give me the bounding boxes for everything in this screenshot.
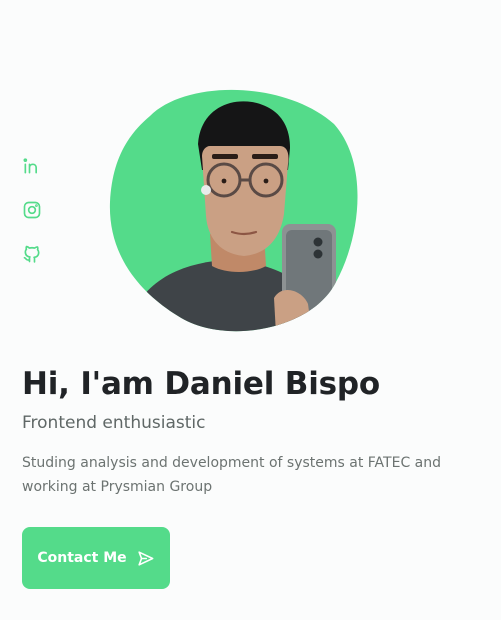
contact-me-button[interactable]: Contact Me bbox=[22, 527, 170, 589]
contact-me-label: Contact Me bbox=[37, 550, 127, 566]
home-section: Hi, I'am Daniel Bispo Frontend enthusias… bbox=[0, 0, 501, 620]
github-icon bbox=[23, 245, 40, 263]
hero-description: Studing analysis and development of syst… bbox=[22, 455, 442, 495]
send-icon bbox=[138, 550, 154, 566]
instagram-icon bbox=[23, 201, 41, 219]
linkedin-icon bbox=[23, 158, 38, 174]
linkedin-link[interactable] bbox=[22, 156, 42, 176]
social-links bbox=[22, 156, 42, 264]
profile-image bbox=[106, 84, 362, 334]
github-link[interactable] bbox=[22, 244, 42, 264]
hero-title: Hi, I'am Daniel Bispo bbox=[22, 366, 380, 402]
instagram-link[interactable] bbox=[22, 200, 42, 220]
hero-subtitle: Frontend enthusiastic bbox=[22, 413, 206, 433]
